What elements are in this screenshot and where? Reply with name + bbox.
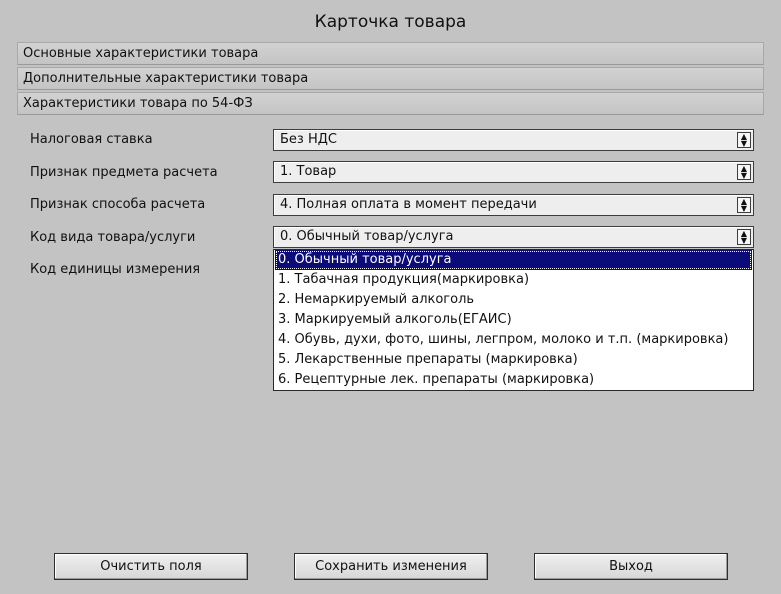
tax-rate-select[interactable]: Без НДС ▲ ▼ [273, 129, 754, 151]
goods-type-select[interactable]: 0. Обычный товар/услуга ▲ ▼ [273, 226, 754, 248]
payment-method-value: 4. Полная оплата в момент передачи [280, 197, 537, 212]
spinner-arrows-icon[interactable]: ▲ ▼ [737, 132, 751, 148]
spinner-arrows-icon[interactable]: ▲ ▼ [737, 229, 751, 245]
clear-fields-button[interactable]: Очистить поля [54, 553, 248, 580]
tax-rate-label: Налоговая ставка [30, 132, 153, 147]
unit-code-label: Код единицы измерения [30, 262, 201, 277]
dropdown-option[interactable]: 4. Обувь, духи, фото, шины, легпром, мол… [275, 330, 752, 350]
payment-subject-select[interactable]: 1. Товар ▲ ▼ [273, 161, 754, 183]
dropdown-option[interactable]: 2. Немаркируемый алкоголь [275, 290, 752, 310]
section-main-characteristics[interactable]: Основные характеристики товара [17, 42, 764, 65]
dropdown-option[interactable]: 5. Лекарственные препараты (маркировка) [275, 350, 752, 370]
payment-subject-label: Признак предмета расчета [30, 165, 218, 180]
goods-type-value: 0. Обычный товар/услуга [280, 229, 454, 244]
tax-rate-value: Без НДС [280, 132, 337, 147]
section-additional-characteristics[interactable]: Дополнительные характеристики товара [17, 67, 764, 90]
dropdown-option[interactable]: 1. Табачная продукция(маркировка) [275, 270, 752, 290]
section-54fz-characteristics[interactable]: Характеристики товара по 54-ФЗ [17, 92, 764, 115]
goods-type-dropdown-list: 0. Обычный товар/услуга 1. Табачная прод… [273, 249, 754, 391]
window-title: Карточка товара [314, 12, 467, 32]
exit-button[interactable]: Выход [534, 553, 728, 580]
save-changes-button[interactable]: Сохранить изменения [294, 553, 488, 580]
payment-method-label: Признак способа расчета [30, 197, 206, 212]
goods-type-label: Код вида товара/услуги [30, 230, 196, 245]
spinner-arrows-icon[interactable]: ▲ ▼ [737, 197, 751, 213]
dropdown-option[interactable]: 0. Обычный товар/услуга [275, 250, 752, 270]
product-card-window: Карточка товара Основные характеристики … [0, 0, 781, 594]
spinner-arrows-icon[interactable]: ▲ ▼ [737, 164, 751, 180]
dropdown-option[interactable]: 6. Рецептурные лек. препараты (маркировк… [275, 370, 752, 390]
payment-method-select[interactable]: 4. Полная оплата в момент передачи ▲ ▼ [273, 194, 754, 216]
payment-subject-value: 1. Товар [280, 164, 337, 179]
dropdown-option[interactable]: 3. Маркируемый алкоголь(ЕГАИС) [275, 310, 752, 330]
